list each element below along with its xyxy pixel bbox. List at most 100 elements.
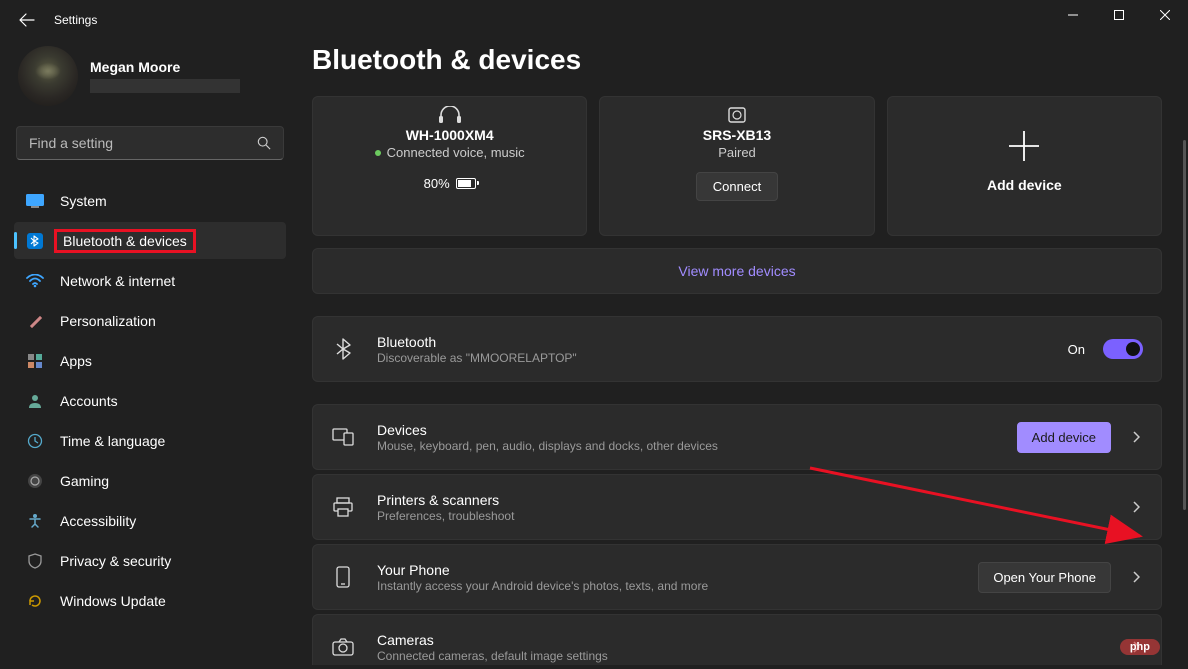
clock-globe-icon <box>26 432 44 450</box>
paintbrush-icon <box>26 312 44 330</box>
close-icon <box>1160 10 1170 20</box>
sidebar-item-label: Privacy & security <box>60 553 171 569</box>
row-subtitle: Instantly access your Android device's p… <box>377 579 978 593</box>
back-button[interactable] <box>18 11 36 29</box>
sidebar-item-personalization[interactable]: Personalization <box>14 302 286 339</box>
add-device-label: Add device <box>987 177 1062 193</box>
row-title: Printers & scanners <box>377 492 1129 508</box>
speaker-icon <box>726 107 748 123</box>
phone-icon <box>331 565 355 589</box>
sidebar-item-network[interactable]: Network & internet <box>14 262 286 299</box>
window-controls <box>1050 0 1188 30</box>
accessibility-icon <box>26 512 44 530</box>
sidebar: Megan Moore System Bluetooth & devices N… <box>0 40 300 669</box>
bluetooth-icon <box>331 337 355 361</box>
plus-icon <box>1007 129 1041 163</box>
sidebar-item-label: Time & language <box>60 433 165 449</box>
chevron-right-icon <box>1129 431 1143 443</box>
device-cards-row: WH-1000XM4 Connected voice, music 80% SR… <box>312 96 1162 236</box>
toggle-state-label: On <box>1068 342 1085 357</box>
sidebar-item-privacy[interactable]: Privacy & security <box>14 542 286 579</box>
device-name: WH-1000XM4 <box>406 127 494 143</box>
row-title: Bluetooth <box>377 334 1068 350</box>
sidebar-item-label: Gaming <box>60 473 109 489</box>
search-input[interactable] <box>29 135 257 151</box>
system-icon <box>26 192 44 210</box>
close-button[interactable] <box>1142 0 1188 30</box>
status-dot-icon <box>375 150 381 156</box>
avatar <box>18 46 78 106</box>
row-subtitle: Preferences, troubleshoot <box>377 509 1129 523</box>
row-subtitle: Connected cameras, default image setting… <box>377 649 1129 663</box>
minimize-icon <box>1068 10 1078 20</box>
search-box[interactable] <box>16 126 284 160</box>
connect-button[interactable]: Connect <box>696 172 778 201</box>
row-subtitle: Mouse, keyboard, pen, audio, displays an… <box>377 439 1017 453</box>
sidebar-item-label: Bluetooth & devices <box>54 229 196 253</box>
battery-icon <box>456 178 476 189</box>
camera-icon <box>331 635 355 659</box>
sidebar-item-apps[interactable]: Apps <box>14 342 286 379</box>
sidebar-item-label: Accessibility <box>60 513 136 529</box>
maximize-icon <box>1114 10 1124 20</box>
printers-row[interactable]: Printers & scanners Preferences, trouble… <box>312 474 1162 540</box>
bluetooth-toggle-row: Bluetooth Discoverable as "MMOORELAPTOP"… <box>312 316 1162 382</box>
devices-row[interactable]: Devices Mouse, keyboard, pen, audio, dis… <box>312 404 1162 470</box>
sidebar-item-label: Personalization <box>60 313 156 329</box>
view-more-label: View more devices <box>678 263 795 279</box>
sidebar-item-label: Apps <box>60 353 92 369</box>
devices-icon <box>331 425 355 449</box>
scrollbar[interactable] <box>1183 140 1186 510</box>
device-name: SRS-XB13 <box>703 127 771 143</box>
main-content: Bluetooth & devices WH-1000XM4 Connected… <box>300 40 1188 669</box>
window-title: Settings <box>54 13 97 27</box>
titlebar: Settings <box>0 0 1188 40</box>
gaming-icon <box>26 472 44 490</box>
person-icon <box>26 392 44 410</box>
sidebar-item-system[interactable]: System <box>14 182 286 219</box>
row-title: Cameras <box>377 632 1129 648</box>
sidebar-item-label: System <box>60 193 107 209</box>
watermark: php <box>1120 639 1160 655</box>
sidebar-item-bluetooth-devices[interactable]: Bluetooth & devices <box>14 222 286 259</box>
add-device-button[interactable]: Add device <box>1017 422 1111 453</box>
cameras-row[interactable]: Cameras Connected cameras, default image… <box>312 614 1162 665</box>
sidebar-item-label: Windows Update <box>60 593 166 609</box>
scroll-area[interactable]: WH-1000XM4 Connected voice, music 80% SR… <box>300 96 1180 665</box>
view-more-devices-button[interactable]: View more devices <box>312 248 1162 294</box>
update-icon <box>26 592 44 610</box>
your-phone-row[interactable]: Your Phone Instantly access your Android… <box>312 544 1162 610</box>
row-subtitle: Discoverable as "MMOORELAPTOP" <box>377 351 1068 365</box>
sidebar-item-label: Accounts <box>60 393 118 409</box>
nav-list: System Bluetooth & devices Network & int… <box>14 182 286 619</box>
sidebar-item-windows-update[interactable]: Windows Update <box>14 582 286 619</box>
row-title: Your Phone <box>377 562 978 578</box>
bluetooth-toggle[interactable] <box>1103 339 1143 359</box>
chevron-right-icon <box>1129 501 1143 513</box>
profile-email <box>90 79 240 93</box>
bluetooth-icon <box>26 232 44 250</box>
chevron-right-icon <box>1129 571 1143 583</box>
device-card-speaker[interactable]: SRS-XB13 Paired Connect <box>599 96 874 236</box>
headphones-icon <box>437 106 463 124</box>
sidebar-item-label: Network & internet <box>60 273 175 289</box>
apps-icon <box>26 352 44 370</box>
device-card-headphones[interactable]: WH-1000XM4 Connected voice, music 80% <box>312 96 587 236</box>
arrow-left-icon <box>19 12 35 28</box>
device-battery: 80% <box>424 176 476 191</box>
device-status: Paired <box>718 145 756 160</box>
device-status: Connected voice, music <box>375 145 525 160</box>
sidebar-item-accounts[interactable]: Accounts <box>14 382 286 419</box>
page-title: Bluetooth & devices <box>312 44 1180 76</box>
profile-block[interactable]: Megan Moore <box>14 40 286 120</box>
add-device-card[interactable]: Add device <box>887 96 1162 236</box>
open-your-phone-button[interactable]: Open Your Phone <box>978 562 1111 593</box>
maximize-button[interactable] <box>1096 0 1142 30</box>
sidebar-item-time-language[interactable]: Time & language <box>14 422 286 459</box>
search-icon <box>257 136 271 150</box>
wifi-icon <box>26 272 44 290</box>
sidebar-item-gaming[interactable]: Gaming <box>14 462 286 499</box>
sidebar-item-accessibility[interactable]: Accessibility <box>14 502 286 539</box>
minimize-button[interactable] <box>1050 0 1096 30</box>
shield-icon <box>26 552 44 570</box>
